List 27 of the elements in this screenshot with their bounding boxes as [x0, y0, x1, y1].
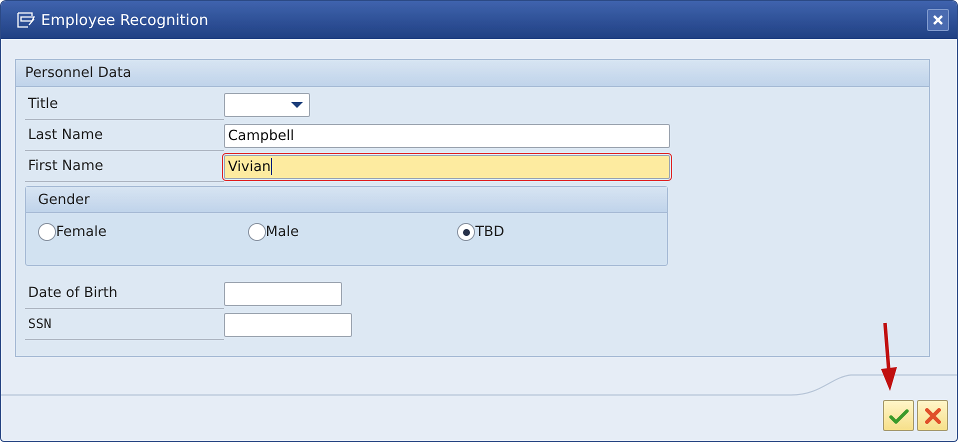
- input-field[interactable]: [224, 282, 342, 306]
- radio-button[interactable]: [457, 223, 476, 241]
- radio-option[interactable]: TBD: [457, 223, 668, 241]
- input-field[interactable]: Campbell: [224, 124, 670, 148]
- field-label: Title: [25, 89, 224, 120]
- dropdown-field[interactable]: [224, 92, 310, 116]
- field-label: SSN: [25, 309, 224, 340]
- radio-option[interactable]: Female: [38, 223, 248, 241]
- radio-option[interactable]: Male: [248, 223, 458, 241]
- input-field[interactable]: Vivian: [224, 154, 670, 178]
- close-button[interactable]: [927, 9, 949, 31]
- group-title: Personnel Data: [25, 65, 132, 81]
- field-label: Date of Birth: [25, 278, 224, 309]
- dropdown-caret-icon: [291, 102, 303, 108]
- confirm-button[interactable]: [883, 400, 914, 431]
- field-label: Last Name: [25, 120, 224, 151]
- close-icon: [933, 15, 943, 25]
- radio-button[interactable]: [248, 223, 266, 241]
- window-title: Employee Recognition: [41, 11, 210, 29]
- close-icon: [924, 408, 940, 424]
- radio-button[interactable]: [38, 223, 56, 241]
- input-field[interactable]: [224, 312, 352, 336]
- checkmark-icon: [888, 408, 908, 424]
- window-icon: [17, 12, 35, 28]
- group-title: Gender: [38, 192, 90, 208]
- pointer-arrow: [879, 321, 899, 393]
- cancel-button[interactable]: [917, 400, 948, 431]
